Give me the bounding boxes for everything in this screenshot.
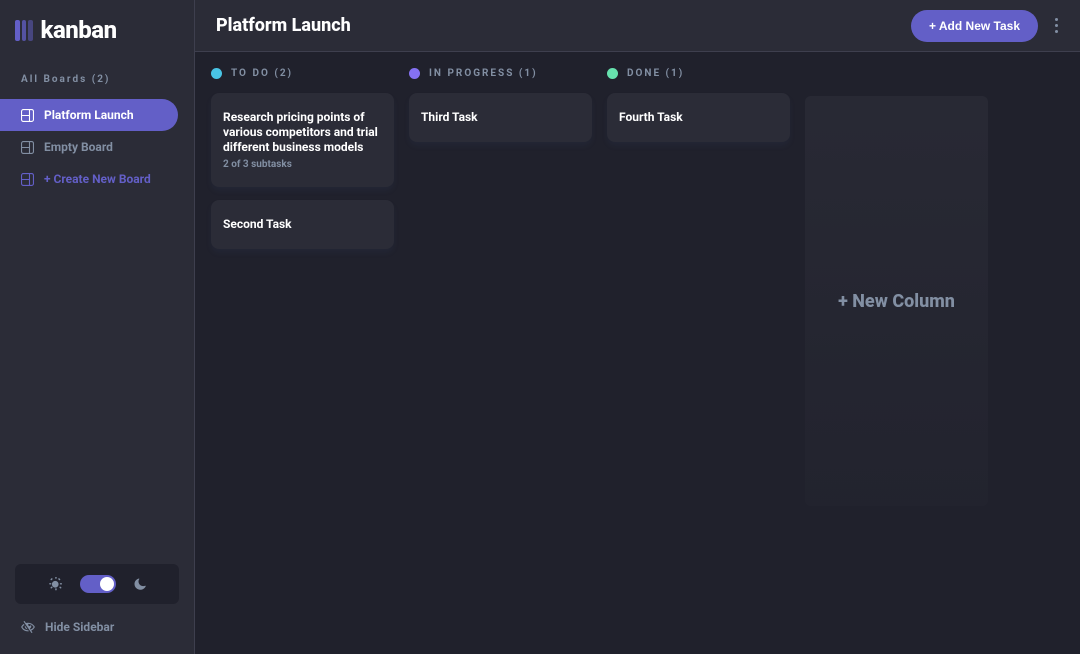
- sidebar-item-empty-board[interactable]: Empty Board: [0, 131, 178, 163]
- column-header: TO DO (2): [211, 68, 394, 79]
- new-column-label: + New Column: [838, 291, 955, 312]
- column-header: DONE (1): [607, 68, 790, 79]
- board-list: Platform Launch Empty Board + Create New…: [0, 99, 194, 195]
- board-options-button[interactable]: [1046, 10, 1066, 42]
- board-icon: [21, 141, 34, 154]
- task-card[interactable]: Fourth Task: [607, 93, 790, 142]
- column-header: IN PROGRESS (1): [409, 68, 592, 79]
- toggle-knob: [100, 577, 114, 591]
- task-card[interactable]: Second Task: [211, 200, 394, 249]
- page-title: Platform Launch: [216, 15, 351, 36]
- sidebar-item-label: + Create New Board: [44, 172, 151, 186]
- app-root: kanban All Boards (2) Platform Launch Em…: [0, 0, 1080, 654]
- theme-toggle-container: [15, 564, 179, 604]
- sidebar-item-label: Platform Launch: [44, 108, 134, 122]
- hide-sidebar-label: Hide Sidebar: [45, 620, 114, 634]
- column-name: IN PROGRESS (1): [429, 68, 538, 79]
- main: Platform Launch + Add New Task TO DO (2)…: [195, 0, 1080, 654]
- hide-icon: [21, 621, 35, 633]
- hide-sidebar-button[interactable]: Hide Sidebar: [15, 620, 179, 634]
- theme-toggle[interactable]: [80, 575, 116, 593]
- task-card[interactable]: Research pricing points of various compe…: [211, 93, 394, 187]
- add-task-button[interactable]: + Add New Task: [911, 10, 1038, 42]
- column-todo: TO DO (2) Research pricing points of var…: [211, 68, 394, 638]
- logo-mark-icon: [15, 20, 33, 41]
- column-name: DONE (1): [627, 68, 684, 79]
- sidebar-item-label: Empty Board: [44, 140, 113, 154]
- logo: kanban: [0, 16, 194, 44]
- task-list: Third Task: [409, 93, 592, 142]
- task-title: Third Task: [421, 110, 580, 125]
- board-area: TO DO (2) Research pricing points of var…: [195, 52, 1080, 654]
- column-color-dot: [211, 68, 222, 79]
- task-card[interactable]: Third Task: [409, 93, 592, 142]
- column-color-dot: [607, 68, 618, 79]
- task-title: Second Task: [223, 217, 382, 232]
- sidebar-item-platform-launch[interactable]: Platform Launch: [0, 99, 178, 131]
- sidebar: kanban All Boards (2) Platform Launch Em…: [0, 0, 195, 654]
- ellipsis-vertical-icon: [1055, 17, 1058, 35]
- task-subtasks: 2 of 3 subtasks: [223, 159, 382, 170]
- column-done: DONE (1) Fourth Task: [607, 68, 790, 638]
- task-title: Fourth Task: [619, 110, 778, 125]
- column-name: TO DO (2): [231, 68, 293, 79]
- column-color-dot: [409, 68, 420, 79]
- sun-icon: [48, 577, 62, 591]
- new-column-button[interactable]: + New Column: [805, 96, 988, 506]
- column-in-progress: IN PROGRESS (1) Third Task: [409, 68, 592, 638]
- logo-text: kanban: [41, 16, 117, 44]
- header: Platform Launch + Add New Task: [195, 0, 1080, 52]
- sidebar-bottom: Hide Sidebar: [0, 564, 194, 634]
- task-list: Research pricing points of various compe…: [211, 93, 394, 249]
- board-icon: [21, 173, 34, 186]
- task-title: Research pricing points of various compe…: [223, 110, 382, 155]
- task-list: Fourth Task: [607, 93, 790, 142]
- create-new-board-button[interactable]: + Create New Board: [0, 163, 178, 195]
- boards-count-label: All Boards (2): [0, 74, 194, 85]
- moon-icon: [134, 578, 146, 590]
- board-icon: [21, 109, 34, 122]
